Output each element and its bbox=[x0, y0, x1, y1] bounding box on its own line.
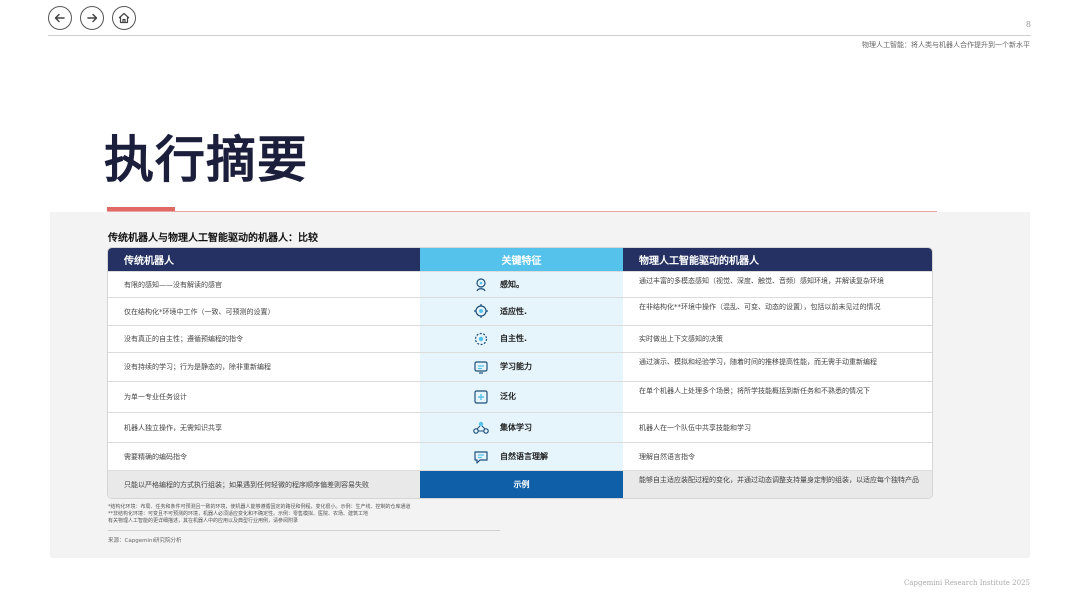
header-divider bbox=[48, 35, 1031, 36]
senses-icon bbox=[472, 276, 490, 294]
table-row: 为单一专业任务设计 泛化 在单个机器人上处理多个场景；将所学技能概括到新任务和不… bbox=[108, 381, 932, 412]
header-traditional: 传统机器人 bbox=[108, 248, 420, 271]
arrow-right-icon bbox=[87, 13, 98, 23]
header-physical-ai: 物理人工智能驱动的机器人 bbox=[623, 248, 932, 271]
feature-cell: 自然语言理解 bbox=[420, 443, 623, 470]
traditional-example-cell: 只能以严格编程的方式执行组装；如果遇到任何轻微的程序顺序偏差则容易失败 bbox=[108, 471, 420, 498]
table-row: 没有真正的自主性；遵循预编程的指令 自主性. 实时做出上下文感知的决策 bbox=[108, 325, 932, 352]
traditional-cell: 仅在结构化*环境中工作（一致、可预测的设置） bbox=[124, 307, 275, 316]
footnote-appendix: 有关物理人工智能的更详细描述，其在机器人中的应用以及典型行业用例，请参阅附录 bbox=[108, 518, 299, 524]
physical-ai-cell: 在非结构化**环境中操作（混乱、可变、动态的设置），包括以前未见过的情况 bbox=[639, 303, 881, 311]
table-row: 需要精确的编码指令 自然语言理解 理解自然语言指令 bbox=[108, 442, 932, 470]
example-label-cell: 示例 bbox=[420, 471, 623, 498]
feature-label: 自主性. bbox=[500, 334, 528, 343]
autonomy-icon bbox=[472, 330, 490, 348]
feature-cell: 自主性. bbox=[420, 326, 623, 352]
footnote-unstructured: **非结构化环境：可变且不可预测的环境，机器人必须适应变化和不确定性。示例：零售… bbox=[108, 511, 369, 517]
learning-icon bbox=[472, 358, 490, 376]
table-row: 有限的感知——没有解读的感官 感知。 通过丰富的多模态感知（视觉、深度、触觉、音… bbox=[108, 271, 932, 297]
page-number: 8 bbox=[1025, 20, 1031, 29]
source-note: 来源：Capgemini研究院分析 bbox=[108, 538, 182, 544]
arrow-left-icon bbox=[54, 13, 65, 23]
footnotes: *结构化环境：布局、任务和条件可预测且一致的环境，使机器人能够遵循固定的路径和例… bbox=[108, 504, 411, 525]
footnote-divider bbox=[108, 530, 500, 531]
collective-learning-icon bbox=[472, 419, 490, 437]
physical-ai-cell: 在单个机器人上处理多个场景；将所学技能概括到新任务和不熟悉的情况下 bbox=[639, 387, 870, 395]
physical-ai-cell: 理解自然语言指令 bbox=[639, 452, 695, 461]
copyright: Capgemini Research Institute 2025 bbox=[903, 579, 1030, 587]
feature-label: 感知。 bbox=[500, 279, 524, 289]
feature-cell: 集体学习 bbox=[420, 413, 623, 442]
back-button[interactable] bbox=[48, 6, 72, 30]
traditional-cell: 需要精确的编码指令 bbox=[124, 452, 187, 461]
home-icon bbox=[118, 12, 130, 24]
table-row: 机器人独立操作，无需知识共享 集体学习 机器人在一个队伍中共享技能和学习 bbox=[108, 412, 932, 442]
feature-label: 自然语言理解 bbox=[500, 451, 548, 461]
traditional-cell: 没有持续的学习；行为是静态的，除非重新编程 bbox=[124, 363, 271, 371]
physical-ai-cell: 实时做出上下文感知的决策 bbox=[639, 335, 723, 343]
physical-ai-cell: 机器人在一个队伍中共享技能和学习 bbox=[639, 423, 751, 432]
feature-cell: 感知。 bbox=[420, 272, 623, 297]
section-title: 传统机器人与物理人工智能驱动的机器人：比较 bbox=[108, 233, 318, 244]
comparison-table: 传统机器人 关键特征 物理人工智能驱动的机器人 有限的感知——没有解读的感官 感… bbox=[107, 247, 933, 499]
adaptability-icon bbox=[472, 303, 490, 321]
physical-ai-cell: 通过丰富的多模态感知（视觉、深度、触觉、音频）感知环境，并解读复杂环境 bbox=[639, 277, 884, 285]
traditional-cell: 为单一专业任务设计 bbox=[124, 393, 187, 401]
title-accent-line bbox=[107, 211, 937, 212]
traditional-cell: 机器人独立操作，无需知识共享 bbox=[124, 423, 222, 432]
table-row: 没有持续的学习；行为是静态的，除非重新编程 学习能力 通过演示、模拟和经验学习，… bbox=[108, 352, 932, 381]
feature-cell: 适应性. bbox=[420, 298, 623, 325]
feature-label: 学习能力 bbox=[500, 362, 532, 371]
feature-label: 集体学习 bbox=[500, 422, 532, 432]
page-title: 执行摘要 bbox=[104, 131, 308, 189]
home-button[interactable] bbox=[112, 6, 136, 30]
feature-cell: 学习能力 bbox=[420, 353, 623, 381]
traditional-cell: 有限的感知——没有解读的感官 bbox=[124, 280, 222, 289]
navigation-buttons bbox=[48, 6, 136, 30]
feature-label: 泛化 bbox=[500, 392, 516, 401]
forward-button[interactable] bbox=[80, 6, 104, 30]
language-icon bbox=[472, 448, 490, 466]
feature-label: 适应性. bbox=[500, 306, 528, 316]
traditional-cell: 没有真正的自主性；遵循预编程的指令 bbox=[124, 335, 243, 343]
document-subtitle: 物理人工智能：将人类与机器人合作提升到一个新水平 bbox=[862, 41, 1030, 49]
footnote-structured: *结构化环境：布局、任务和条件可预测且一致的环境，使机器人能够遵循固定的路径和例… bbox=[108, 504, 411, 510]
physical-ai-cell: 通过演示、模拟和经验学习，随着时间的推移提高性能，而无需手动重新编程 bbox=[639, 358, 877, 366]
table-row: 仅在结构化*环境中工作（一致、可预测的设置） 适应性. 在非结构化**环境中操作… bbox=[108, 297, 932, 325]
feature-cell: 泛化 bbox=[420, 382, 623, 412]
physical-ai-example-cell: 能够自主适应装配过程的变化，并通过动态调整支持量身定制的组装，以适应每个独特产品 bbox=[623, 471, 932, 498]
example-row: 只能以严格编程的方式执行组装；如果遇到任何轻微的程序顺序偏差则容易失败 示例 能… bbox=[108, 470, 932, 498]
table-header: 传统机器人 关键特征 物理人工智能驱动的机器人 bbox=[108, 248, 932, 271]
generalization-icon bbox=[472, 388, 490, 406]
header-key-features: 关键特征 bbox=[420, 248, 623, 271]
